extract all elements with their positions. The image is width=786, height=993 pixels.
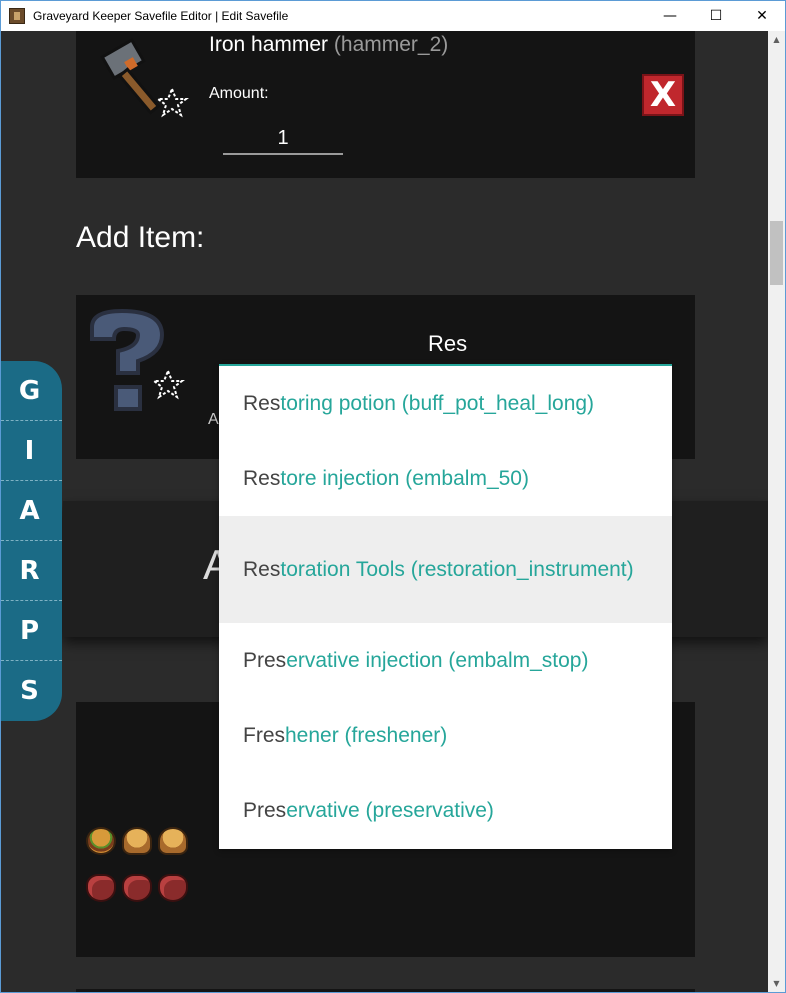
- title-bar: Graveyard Keeper Savefile Editor | Edit …: [1, 1, 785, 31]
- option-match: Res: [243, 558, 281, 581]
- option-rest: tore injection (embalm_50): [280, 467, 529, 490]
- maximize-button[interactable]: ☐: [693, 1, 739, 31]
- side-nav-item-r[interactable]: R: [1, 541, 62, 601]
- add-amount-label: A: [208, 411, 219, 428]
- item-name: Iron hammer (hammer_2): [209, 33, 448, 57]
- scroll-up-icon[interactable]: ▲: [768, 31, 785, 48]
- option-rest: ervative (preservative): [286, 799, 494, 822]
- burger-icon[interactable]: [86, 827, 116, 855]
- muffin-icon[interactable]: [122, 827, 152, 855]
- side-nav-item-i[interactable]: I: [1, 421, 62, 481]
- option-rest: toration Tools (restoration_instrument): [280, 558, 634, 581]
- next-card-edge: [76, 989, 695, 992]
- vertical-scrollbar[interactable]: ▲ ▼: [768, 31, 785, 992]
- side-nav: G I A R P S: [1, 361, 62, 721]
- window-title: Graveyard Keeper Savefile Editor | Edit …: [33, 9, 289, 23]
- scroll-thumb[interactable]: [770, 221, 783, 285]
- item-search-input[interactable]: Res: [428, 331, 467, 357]
- side-nav-item-g[interactable]: G: [1, 361, 62, 421]
- add-item-heading: Add Item:: [76, 221, 205, 254]
- option-match: Pres: [243, 799, 287, 822]
- side-nav-item-s[interactable]: S: [1, 661, 62, 721]
- option-match: Res: [243, 392, 281, 415]
- iron-hammer-icon: [100, 38, 189, 118]
- inventory-item-card: Iron hammer (hammer_2) Amount: X: [76, 31, 695, 178]
- autocomplete-option[interactable]: Preservative (preservative): [219, 773, 672, 848]
- muffin-icon[interactable]: [158, 827, 188, 855]
- side-nav-item-p[interactable]: P: [1, 601, 62, 661]
- delete-item-button[interactable]: X: [642, 74, 684, 116]
- app-window: Graveyard Keeper Savefile Editor | Edit …: [0, 0, 786, 993]
- close-button[interactable]: ✕: [739, 1, 785, 31]
- option-rest: hener (freshener): [285, 724, 448, 747]
- app-icon: [9, 8, 25, 24]
- organ-icon[interactable]: [86, 874, 116, 902]
- side-nav-item-a[interactable]: A: [1, 481, 62, 541]
- organ-icon[interactable]: [158, 874, 188, 902]
- scroll-down-icon[interactable]: ▼: [768, 975, 785, 992]
- option-rest: toring potion (buff_pot_heal_long): [280, 392, 595, 415]
- main-content: Iron hammer (hammer_2) Amount: X Add Ite…: [1, 31, 768, 992]
- item-code: (hammer_2): [333, 33, 449, 56]
- inventory-row: [86, 827, 188, 855]
- autocomplete-option[interactable]: Freshener (freshener): [219, 698, 672, 773]
- option-match: Res: [243, 467, 281, 490]
- item-name-text: Iron hammer: [209, 33, 329, 56]
- amount-label: Amount:: [209, 85, 269, 102]
- option-match: Fres: [243, 724, 285, 747]
- autocomplete-option[interactable]: Restore injection (embalm_50): [219, 441, 672, 516]
- autocomplete-dropdown: Restoring potion (buff_pot_heal_long) Re…: [219, 364, 672, 849]
- autocomplete-option-active[interactable]: Restoration Tools (restoration_instrumen…: [219, 516, 672, 623]
- window-controls: — ☐ ✕: [647, 1, 785, 31]
- organ-icon[interactable]: [122, 874, 152, 902]
- autocomplete-option[interactable]: Preservative injection (embalm_stop): [219, 623, 672, 698]
- option-match: Pres: [243, 649, 287, 672]
- amount-input[interactable]: [223, 123, 343, 155]
- unknown-item-question-icon: [90, 308, 185, 411]
- option-rest: ervative injection (embalm_stop): [286, 649, 589, 672]
- minimize-button[interactable]: —: [647, 1, 693, 31]
- autocomplete-option[interactable]: Restoring potion (buff_pot_heal_long): [219, 366, 672, 441]
- inventory-row: [86, 874, 188, 902]
